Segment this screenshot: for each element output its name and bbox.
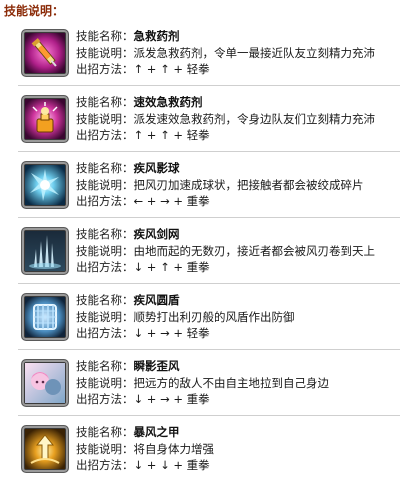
skill-name: 急救药剂 (133, 29, 180, 43)
skill-method-label: 出招方法： (76, 194, 134, 208)
quick-potion-icon (21, 95, 69, 143)
skill-item-shadow-wind: 技能名称：瞬影歪风 技能说明：把远方的敌人不由自主地拉到自己身边 出招方法：↓ … (18, 350, 400, 416)
skill-text: 技能名称：疾风剑网 技能说明：由地而起的无数刃，接近者都会被风刃卷到天上 出招方… (76, 226, 375, 276)
skill-name: 疾风圆盾 (133, 293, 180, 307)
skill-desc-label: 技能说明： (76, 375, 134, 390)
skill-method: ↓ + → + 轻拳 (133, 326, 210, 340)
skill-text: 技能名称：速效急救药剂 技能说明：派发速效急救药剂，令身边队友们立刻精力充沛 出… (76, 94, 375, 144)
skill-item-wind-shield: 技能名称：疾风圆盾 技能说明：顺势打出利刃般的风盾作出防御 出招方法：↓ + →… (18, 284, 400, 350)
skill-method: ↓ + ↓ + 重拳 (133, 458, 210, 472)
skill-method: ↑ + ↑ + 轻拳 (133, 62, 210, 76)
skill-name-label: 技能名称： (76, 359, 134, 373)
skill-desc: 将自身体力增强 (133, 441, 215, 456)
skill-name-label: 技能名称： (76, 293, 134, 307)
wind-sphere-icon (21, 161, 69, 209)
skill-desc: 顺势打出利刃般的风盾作出防御 (133, 309, 295, 324)
skill-text: 技能名称：瞬影歪风 技能说明：把远方的敌人不由自主地拉到自己身边 出招方法：↓ … (76, 358, 329, 408)
skill-desc-label: 技能说明： (76, 441, 134, 456)
skill-method-label: 出招方法： (76, 128, 134, 142)
skill-name: 疾风影球 (133, 161, 180, 175)
skill-desc-label: 技能说明： (76, 111, 134, 126)
skill-method: ↓ + ↑ + 重拳 (133, 260, 210, 274)
skill-text: 技能名称：急救药剂 技能说明：派发急救药剂，令单一最接近队友立刻精力充沛 出招方… (76, 28, 375, 78)
skill-text: 技能名称：暴风之甲 技能说明：将自身体力增强 出招方法：↓ + ↓ + 重拳 (76, 424, 214, 474)
skill-method: ← + → + 重拳 (133, 194, 210, 208)
skill-text: 技能名称：疾风影球 技能说明：把风刃加速成球状，把接触者都会被绞成碎片 出招方法… (76, 160, 364, 210)
skill-desc: 派发速效急救药剂，令身边队友们立刻精力充沛 (133, 111, 376, 126)
skill-method: ↑ + ↑ + 轻拳 (133, 128, 210, 142)
skill-name-label: 技能名称： (76, 29, 134, 43)
shadow-wind-icon (21, 359, 69, 407)
potion-syringe-icon (21, 29, 69, 77)
skill-name-label: 技能名称： (76, 425, 134, 439)
wind-shield-icon (21, 293, 69, 341)
skill-desc: 把远方的敌人不由自主地拉到自己身边 (133, 375, 330, 390)
skill-method-label: 出招方法： (76, 62, 134, 76)
skill-name: 暴风之甲 (133, 425, 180, 439)
skill-method-label: 出招方法： (76, 326, 134, 340)
skill-desc: 把风刃加速成球状，把接触者都会被绞成碎片 (133, 177, 364, 192)
skill-method-label: 出招方法： (76, 392, 134, 406)
skill-text: 技能名称：疾风圆盾 技能说明：顺势打出利刃般的风盾作出防御 出招方法：↓ + →… (76, 292, 295, 342)
skill-item-wind-sword-net: 技能名称：疾风剑网 技能说明：由地而起的无数刃，接近者都会被风刃卷到天上 出招方… (18, 218, 400, 284)
skill-name-label: 技能名称： (76, 227, 134, 241)
skill-desc: 派发急救药剂，令单一最接近队友立刻精力充沛 (133, 45, 376, 60)
skill-item-wind-sphere: 技能名称：疾风影球 技能说明：把风刃加速成球状，把接触者都会被绞成碎片 出招方法… (18, 152, 400, 218)
skill-item-first-aid: 技能名称：急救药剂 技能说明：派发急救药剂，令单一最接近队友立刻精力充沛 出招方… (18, 20, 400, 86)
skill-method-label: 出招方法： (76, 260, 134, 274)
skill-name: 疾风剑网 (133, 227, 180, 241)
section-title: 技能说明： (4, 4, 65, 18)
skill-desc-label: 技能说明： (76, 177, 134, 192)
skill-name-label: 技能名称： (76, 95, 134, 109)
skill-name-label: 技能名称： (76, 161, 134, 175)
storm-armor-icon (21, 425, 69, 473)
skill-item-storm-armor: 技能名称：暴风之甲 技能说明：将自身体力增强 出招方法：↓ + ↓ + 重拳 (18, 416, 400, 482)
skill-desc-label: 技能说明： (76, 45, 134, 60)
skill-method-label: 出招方法： (76, 458, 134, 472)
wind-sword-net-icon (21, 227, 69, 275)
skill-desc-label: 技能说明： (76, 243, 134, 258)
skill-name: 速效急救药剂 (133, 95, 203, 109)
skill-desc: 由地而起的无数刃，接近者都会被风刃卷到天上 (133, 243, 376, 258)
skill-desc-label: 技能说明： (76, 309, 134, 324)
skill-method: ↓ + → + 重拳 (133, 392, 210, 406)
skill-name: 瞬影歪风 (133, 359, 180, 373)
skill-item-quick-first-aid: 技能名称：速效急救药剂 技能说明：派发速效急救药剂，令身边队友们立刻精力充沛 出… (18, 86, 400, 152)
